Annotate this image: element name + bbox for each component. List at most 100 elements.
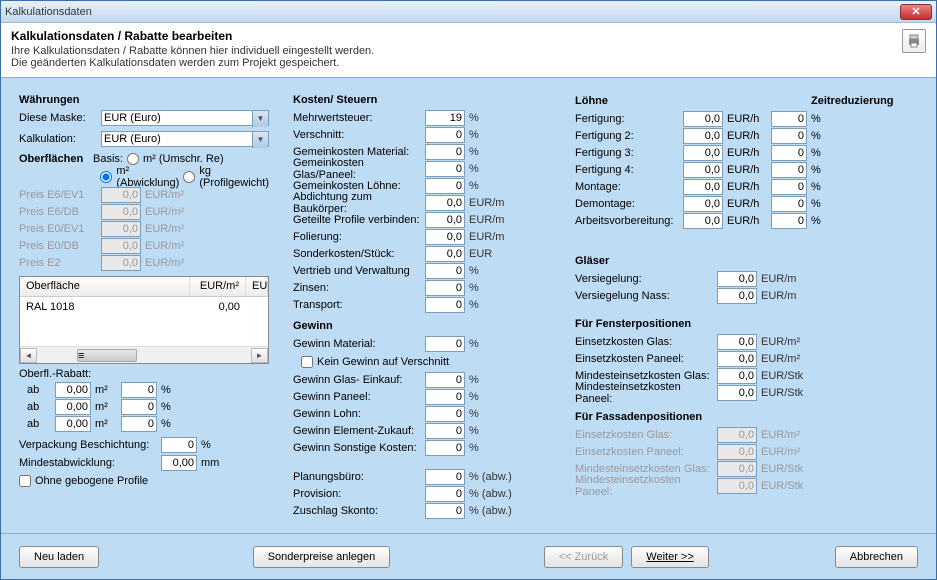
gewinn-bottom-input[interactable] [425,469,465,485]
mindest-input[interactable] [161,455,197,471]
scroll-thumb[interactable]: ≡ [77,349,137,362]
basis-radio-abwicklung[interactable] [100,171,112,183]
kein-gewinn-checkbox[interactable] [301,356,313,368]
gewinn-input[interactable] [425,423,465,439]
scroll-right-icon[interactable]: ► [251,348,268,363]
kosten-input[interactable] [425,263,465,279]
glaeser-label: Versiegelung Nass: [575,290,713,302]
ab-pct-input[interactable] [121,416,157,432]
gewinn-input[interactable] [425,372,465,388]
sonderpreise-button[interactable]: Sonderpreise anlegen [253,546,391,568]
pct-unit: % [201,439,211,451]
kosten-input[interactable] [425,212,465,228]
kosten-label: Transport: [293,299,421,311]
ab-pct-input[interactable] [121,399,157,415]
ohne-gebogene-checkbox[interactable] [19,475,31,487]
glaeser-input[interactable] [717,271,757,287]
preis-input [101,255,141,271]
kalkulation-select[interactable] [101,131,269,147]
gewinn-bottom-input[interactable] [425,486,465,502]
header: Kalkulationsdaten / Rabatte bearbeiten I… [1,23,936,78]
kosten-input[interactable] [425,246,465,262]
kosten-input[interactable] [425,195,465,211]
fenster-input[interactable] [717,334,757,350]
gewinn-bottom-input[interactable] [425,503,465,519]
window-title: Kalkulationsdaten [5,6,900,18]
loehne-input[interactable] [683,213,723,229]
zeit-input[interactable] [771,179,807,195]
zeit-input[interactable] [771,213,807,229]
loehne-input[interactable] [683,179,723,195]
loehne-input[interactable] [683,196,723,212]
mm-unit: mm [201,457,219,469]
kosten-label: Vertrieb und Verwaltung [293,265,421,277]
basis-radio-umschr[interactable] [127,153,139,165]
loehne-input[interactable] [683,162,723,178]
kosten-label: Abdichtung zum Baukörper: [293,191,421,215]
verpackung-label: Verpackung Beschichtung: [19,439,157,451]
gewinn-label: Gewinn Glas- Einkauf: [293,374,421,386]
diese-maske-select[interactable] [101,110,269,126]
gewinn-input[interactable] [425,389,465,405]
loehne-input[interactable] [683,145,723,161]
table-col-eu: EU [246,277,268,296]
print-button[interactable] [902,29,926,53]
titlebar: Kalkulationsdaten ✕ [1,1,936,23]
basis-opt3: kg (Profilgewicht) [199,165,269,189]
kosten-input[interactable] [425,229,465,245]
zeit-input[interactable] [771,111,807,127]
loehne-label: Fertigung 4: [575,164,679,176]
gewinn-bottom-label: Provision: [293,488,421,500]
preis-label: Preis E6/DB [19,206,97,218]
zeit-input[interactable] [771,128,807,144]
kosten-input[interactable] [425,161,465,177]
preis-label: Preis E0/EV1 [19,223,97,235]
fassade-input [717,444,757,460]
abbrechen-button[interactable]: Abbrechen [835,546,918,568]
kosten-input[interactable] [425,127,465,143]
loehne-label: Montage: [575,181,679,193]
close-button[interactable]: ✕ [900,4,932,20]
ab-val-input[interactable] [55,399,91,415]
glaeser-title: Gläser [575,255,918,267]
kosten-input[interactable] [425,144,465,160]
fenster-label: Einsetzkosten Glas: [575,336,713,348]
kosten-input[interactable] [425,280,465,296]
fenster-input[interactable] [717,351,757,367]
zeit-input[interactable] [771,162,807,178]
loehne-input[interactable] [683,111,723,127]
loehne-label: Arbeitsvorbereitung: [575,215,679,227]
gewinn-input[interactable] [425,406,465,422]
fenster-input[interactable] [717,368,757,384]
table-row-val: 0,00 [184,301,240,342]
table-row[interactable]: RAL 1018 0,00 [20,297,268,346]
loehne-input[interactable] [683,128,723,144]
zeit-input[interactable] [771,196,807,212]
kosten-label: Verschnitt: [293,129,421,141]
gewinn-material-input[interactable] [425,336,465,352]
verpackung-input[interactable] [161,437,197,453]
weiter-button[interactable]: Weiter >> [631,546,709,568]
kosten-input[interactable] [425,178,465,194]
scroll-left-icon[interactable]: ◄ [20,348,37,363]
gewinn-input[interactable] [425,440,465,456]
surface-table: Oberfläche EUR/m² EU RAL 1018 0,00 ◄ ≡ ► [19,276,269,364]
fassade-label: Einsetzkosten Paneel: [575,446,713,458]
fenster-input[interactable] [717,385,757,401]
zeit-input[interactable] [771,145,807,161]
basis-label: Basis: [93,153,123,165]
kosten-input[interactable] [425,297,465,313]
ab-pct-input[interactable] [121,382,157,398]
kosten-input[interactable] [425,110,465,126]
preis-input [101,238,141,254]
header-line1: Ihre Kalkulationsdaten / Rabatte können … [11,45,902,57]
table-scrollbar[interactable]: ◄ ≡ ► [20,346,268,363]
glaeser-label: Versiegelung: [575,273,713,285]
ab-val-input[interactable] [55,416,91,432]
basis-radio-kg[interactable] [183,171,195,183]
neu-laden-button[interactable]: Neu laden [19,546,99,568]
ab-val-input[interactable] [55,382,91,398]
glaeser-input[interactable] [717,288,757,304]
ab-label: ab [27,418,51,430]
zurueck-button[interactable]: << Zurück [544,546,624,568]
